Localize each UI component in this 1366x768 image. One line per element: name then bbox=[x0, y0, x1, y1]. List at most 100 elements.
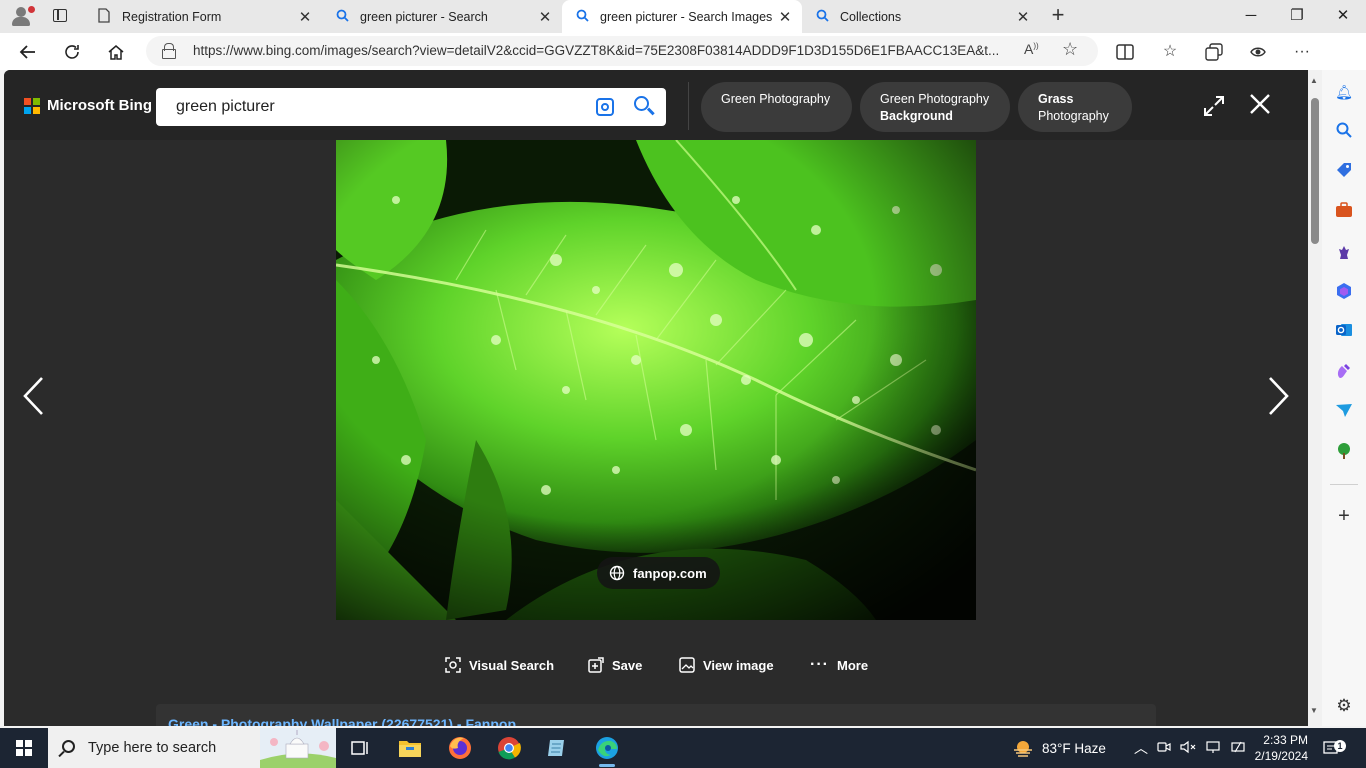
expand-icon[interactable] bbox=[1202, 94, 1226, 118]
url-text[interactable]: https://www.bing.com/images/search?view=… bbox=[193, 43, 1013, 58]
tree-icon[interactable] bbox=[1334, 442, 1354, 462]
favorites-icon[interactable]: ☆ bbox=[1157, 39, 1183, 65]
bing-brand[interactable]: Microsoft Bing bbox=[47, 97, 152, 114]
clock-time: 2:33 PM bbox=[1263, 733, 1308, 747]
visual-search-button[interactable]: Visual Search bbox=[445, 654, 554, 676]
network-icon[interactable] bbox=[1205, 740, 1221, 757]
search-icon[interactable] bbox=[634, 96, 649, 111]
home-button[interactable] bbox=[103, 39, 129, 65]
taskbar-search-placeholder: Type here to search bbox=[88, 740, 217, 756]
navigation-bar: https://www.bing.com/images/search?view=… bbox=[0, 33, 1366, 97]
tab-title: Registration Form bbox=[122, 9, 222, 24]
result-title-link[interactable]: Green - Photography Wallpaper (22677521)… bbox=[168, 716, 516, 726]
chrome-icon[interactable] bbox=[495, 734, 523, 762]
meet-now-icon[interactable] bbox=[1157, 740, 1171, 757]
favorite-star-icon[interactable]: ☆ bbox=[1062, 39, 1078, 60]
address-bar[interactable]: https://www.bing.com/images/search?view=… bbox=[146, 36, 1098, 66]
main-image[interactable]: fanpop.com bbox=[336, 140, 976, 620]
action-label: Visual Search bbox=[469, 657, 555, 673]
close-icon[interactable]: ✕ bbox=[534, 8, 556, 26]
battery-icon[interactable] bbox=[1230, 740, 1246, 757]
firefox-icon[interactable] bbox=[446, 734, 474, 762]
windows-start-icon[interactable] bbox=[16, 740, 32, 756]
edge-icon[interactable] bbox=[593, 734, 621, 767]
notifications-bell-icon[interactable]: 🔔︎ bbox=[1334, 82, 1354, 102]
settings-more-icon[interactable]: ··· bbox=[1289, 39, 1315, 65]
previous-image-button[interactable] bbox=[22, 376, 46, 416]
capitol-scene-icon bbox=[260, 728, 336, 768]
tab-title: green picturer - Search Images bbox=[600, 9, 773, 24]
restore-button[interactable]: ❐ bbox=[1274, 0, 1320, 33]
tab-title: Collections bbox=[840, 9, 902, 24]
tab-registration-form[interactable]: Registration Form ✕ bbox=[84, 0, 322, 33]
read-aloud-icon[interactable]: A)) bbox=[1024, 41, 1039, 57]
add-icon[interactable]: + bbox=[1334, 506, 1354, 526]
weather-text: 83°F Haze bbox=[1042, 740, 1106, 756]
notepad-app-icon[interactable] bbox=[544, 734, 572, 762]
split-screen-icon[interactable] bbox=[1112, 39, 1138, 65]
scroll-thumb[interactable] bbox=[1311, 98, 1319, 244]
view-image-button[interactable]: View image bbox=[679, 654, 774, 676]
tools-briefcase-icon[interactable] bbox=[1334, 202, 1354, 222]
system-tray: ︿ bbox=[1134, 728, 1246, 768]
related-chip-green-photography-background[interactable]: Green Photography Background bbox=[860, 82, 1010, 132]
new-tab-button[interactable]: + bbox=[1046, 4, 1070, 28]
shopping-tag-icon[interactable] bbox=[1334, 162, 1354, 182]
close-icon[interactable]: ✕ bbox=[1012, 8, 1034, 26]
designer-icon[interactable] bbox=[1334, 362, 1354, 382]
close-viewer-button[interactable] bbox=[1247, 92, 1273, 118]
page-scrollbar[interactable]: ▲ ▼ bbox=[1308, 70, 1322, 726]
related-chip-green-photography[interactable]: Green Photography bbox=[701, 82, 852, 132]
microsoft-logo-icon[interactable] bbox=[24, 98, 40, 114]
window-close-button[interactable]: ✕ bbox=[1320, 0, 1366, 33]
close-icon[interactable]: ✕ bbox=[294, 8, 316, 26]
notification-center-button[interactable]: 1 bbox=[1322, 728, 1346, 768]
source-link[interactable]: fanpop.com bbox=[597, 557, 720, 589]
tab-strip: Registration Form ✕ green picturer - Sea… bbox=[0, 0, 1366, 33]
scroll-up-icon[interactable]: ▲ bbox=[1310, 76, 1318, 85]
microsoft-365-icon[interactable] bbox=[1334, 282, 1354, 302]
search-box[interactable]: green picturer bbox=[156, 88, 666, 126]
tab-actions-icon[interactable] bbox=[50, 6, 70, 26]
chip-label-bold: Grass bbox=[1038, 92, 1074, 106]
games-chess-icon[interactable] bbox=[1334, 242, 1354, 262]
outlook-icon[interactable] bbox=[1334, 322, 1354, 342]
sidebar-settings-gear-icon[interactable]: ⚙ bbox=[1334, 696, 1354, 716]
search-icon bbox=[574, 9, 590, 25]
refresh-button[interactable] bbox=[59, 39, 85, 65]
visual-search-icon[interactable] bbox=[596, 98, 614, 116]
image-icon bbox=[679, 657, 695, 673]
tab-green-picturer-search-images[interactable]: green picturer - Search Images ✕ bbox=[562, 0, 802, 33]
save-button[interactable]: Save bbox=[588, 654, 642, 676]
tab-green-picturer-search[interactable]: green picturer - Search ✕ bbox=[322, 0, 562, 33]
result-panel: Green - Photography Wallpaper (22677521)… bbox=[156, 704, 1156, 726]
minimize-button[interactable]: ─ bbox=[1228, 0, 1274, 33]
more-dots-icon: ··· bbox=[810, 656, 829, 673]
close-icon[interactable]: ✕ bbox=[774, 8, 796, 26]
profile-icon[interactable] bbox=[8, 4, 36, 28]
search-input[interactable]: green picturer bbox=[176, 98, 275, 116]
collections-icon[interactable] bbox=[1201, 39, 1227, 65]
back-button[interactable] bbox=[15, 39, 41, 65]
image-detail-viewer: Microsoft Bing green picturer Green Phot… bbox=[4, 70, 1308, 726]
action-label: View image bbox=[703, 657, 774, 673]
weather-widget[interactable]: 83°F Haze bbox=[1012, 728, 1106, 768]
chip-label: Photography bbox=[1038, 109, 1109, 123]
save-icon bbox=[588, 657, 604, 673]
related-chip-grass-photography[interactable]: Grass Photography bbox=[1018, 82, 1132, 132]
lock-icon[interactable] bbox=[162, 43, 176, 59]
notification-count: 1 bbox=[1334, 740, 1346, 752]
search-icon[interactable] bbox=[1334, 122, 1354, 142]
tab-collections[interactable]: Collections ✕ bbox=[802, 0, 1040, 33]
file-explorer-icon[interactable] bbox=[396, 734, 424, 762]
task-view-icon[interactable] bbox=[346, 734, 374, 762]
more-button[interactable]: ··· More bbox=[810, 654, 868, 676]
chevron-up-icon[interactable]: ︿ bbox=[1134, 738, 1148, 758]
taskbar-search-box[interactable]: Type here to search bbox=[48, 728, 336, 768]
scroll-down-icon[interactable]: ▼ bbox=[1310, 706, 1318, 715]
next-image-button[interactable] bbox=[1266, 376, 1290, 416]
clock[interactable]: 2:33 PM 2/19/2024 bbox=[1255, 728, 1308, 768]
volume-muted-icon[interactable] bbox=[1180, 740, 1196, 757]
browser-essentials-icon[interactable] bbox=[1245, 39, 1271, 65]
send-paper-plane-icon[interactable] bbox=[1334, 402, 1354, 422]
